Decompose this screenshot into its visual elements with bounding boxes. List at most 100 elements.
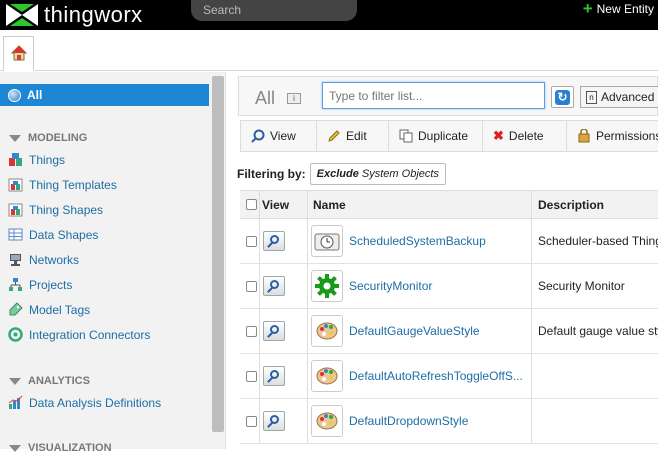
model-tags-icon [9, 302, 23, 316]
view-button-label: View [270, 129, 296, 143]
projects-icon [9, 278, 22, 291]
sidebar-item-data-shapes[interactable]: Data Shapes [8, 227, 98, 242]
globe-icon [8, 88, 21, 102]
magnifier-handle [267, 287, 273, 293]
header-description-label: Description [538, 197, 605, 212]
entity-description [532, 399, 658, 443]
section-label: MODELING [28, 132, 88, 144]
row-view-cell [260, 264, 308, 308]
permissions-button-label: Permissions [596, 129, 658, 143]
section-visualization[interactable]: VISUALIZATION [9, 442, 112, 454]
sidebar-item-thing-shapes[interactable]: Thing Shapes [8, 202, 103, 217]
thing-templates-icon [8, 178, 23, 192]
networks-icon [10, 254, 21, 266]
sidebar-item-label: Integration Connectors [29, 327, 151, 342]
row-view-button[interactable] [263, 366, 285, 386]
row-view-button[interactable] [263, 276, 285, 296]
entity-description [532, 354, 658, 398]
select-all-checkbox[interactable] [246, 199, 257, 210]
sidebar-item-thing-templates[interactable]: Thing Templates [8, 177, 117, 192]
delete-button[interactable]: ✖ Delete [483, 121, 567, 151]
filter-bar: All i ↻ n Advanced [238, 76, 658, 116]
row-select-cell [240, 309, 260, 353]
sidebar-item-integration-connectors[interactable]: Integration Connectors [8, 327, 150, 342]
sidebar-item-data-analysis-definitions[interactable]: Data Analysis Definitions [8, 395, 161, 410]
header-view-label: View [262, 197, 290, 212]
tab-home[interactable] [3, 36, 34, 71]
table-row[interactable]: DefaultAutoRefreshToggleOffS... [240, 354, 658, 399]
table-row[interactable]: DefaultDropdownStyle [240, 399, 658, 444]
header-view[interactable]: View [260, 191, 308, 218]
refresh-button[interactable]: ↻ [551, 86, 574, 108]
entity-name-link[interactable]: DefaultGaugeValueStyle [349, 324, 480, 338]
sidebar-item-label: Things [29, 152, 66, 167]
palette-icon [311, 405, 343, 437]
row-view-button[interactable] [263, 231, 285, 251]
brand-name: thingworx [44, 2, 143, 27]
row-checkbox[interactable] [246, 415, 257, 427]
row-view-button[interactable] [263, 321, 285, 341]
advanced-icon: n [586, 90, 597, 104]
entity-name-link[interactable]: SecurityMonitor [349, 279, 432, 293]
scheduler-icon [311, 225, 343, 257]
row-view-button[interactable] [263, 411, 285, 431]
global-search-input[interactable]: Search [191, 0, 357, 21]
pencil-icon [328, 130, 340, 142]
refresh-icon: ↻ [555, 90, 570, 105]
permissions-button[interactable]: Permissions [567, 121, 658, 151]
logo[interactable]: thingworx [6, 0, 143, 30]
entity-name-link[interactable]: ScheduledSystemBackup [349, 234, 486, 248]
edit-button[interactable]: Edit [317, 121, 389, 151]
advanced-button[interactable]: n Advanced [580, 86, 658, 108]
sidebar-item-networks[interactable]: Networks [8, 252, 79, 267]
row-select-cell [240, 354, 260, 398]
header-name-label: Name [313, 197, 346, 212]
filter-input[interactable] [322, 82, 545, 109]
entity-name-link[interactable]: DefaultDropdownStyle [349, 414, 468, 428]
row-checkbox[interactable] [246, 370, 257, 382]
info-icon[interactable]: i [287, 93, 301, 104]
section-modeling[interactable]: MODELING [9, 132, 87, 144]
row-checkbox[interactable] [246, 280, 257, 292]
sidebar-item-things[interactable]: Things [8, 152, 65, 167]
duplicate-button[interactable]: Duplicate [389, 121, 483, 151]
things-icon [9, 153, 22, 166]
sidebar-scrollbar[interactable] [212, 76, 224, 432]
section-label: VISUALIZATION [28, 442, 112, 454]
new-entity-button[interactable]: + New Entity [583, 0, 654, 17]
sidebar-item-label: Model Tags [29, 302, 91, 317]
collapse-triangle-icon [9, 134, 21, 142]
header-description[interactable]: Description [532, 191, 658, 218]
exclude-system-objects-chip[interactable]: Exclude System Objects [309, 163, 446, 185]
sidebar-item-projects[interactable]: Projects [8, 277, 72, 292]
duplicate-button-label: Duplicate [418, 129, 469, 143]
entity-name-link[interactable]: DefaultAutoRefreshToggleOffS... [349, 369, 523, 383]
active-filter-bar: Filtering by: Exclude System Objects [237, 163, 446, 185]
row-name-cell: DefaultGaugeValueStyle [308, 309, 532, 353]
table-row[interactable]: DefaultGaugeValueStyle Default gauge val… [240, 309, 658, 354]
row-view-cell [260, 309, 308, 353]
row-checkbox[interactable] [246, 235, 257, 247]
row-select-cell [240, 264, 260, 308]
table-row[interactable]: SecurityMonitor Security Monitor [240, 264, 658, 309]
integration-connectors-icon [8, 327, 23, 342]
row-select-cell [240, 399, 260, 443]
section-analytics[interactable]: ANALYTICS [9, 375, 90, 387]
table-row[interactable]: ScheduledSystemBackup Scheduler-based Th… [240, 219, 658, 264]
entity-description: Security Monitor [538, 279, 625, 293]
advanced-label: Advanced [601, 90, 655, 104]
analysis-icon [8, 395, 23, 409]
sidebar-item-label: Projects [29, 277, 73, 292]
permissions-icon [578, 129, 590, 143]
row-checkbox[interactable] [246, 325, 257, 337]
row-view-cell [260, 399, 308, 443]
row-name-cell: DefaultDropdownStyle [308, 399, 532, 443]
sidebar-item-model-tags[interactable]: Model Tags [8, 302, 90, 317]
palette-icon [311, 360, 343, 392]
view-button[interactable]: View [241, 121, 317, 151]
top-bar: thingworx Search + New Entity [0, 0, 658, 30]
sidebar-item-all[interactable]: All [0, 84, 209, 106]
edit-button-label: Edit [346, 129, 367, 143]
header-name[interactable]: Name [308, 191, 532, 218]
duplicate-icon [399, 129, 413, 143]
